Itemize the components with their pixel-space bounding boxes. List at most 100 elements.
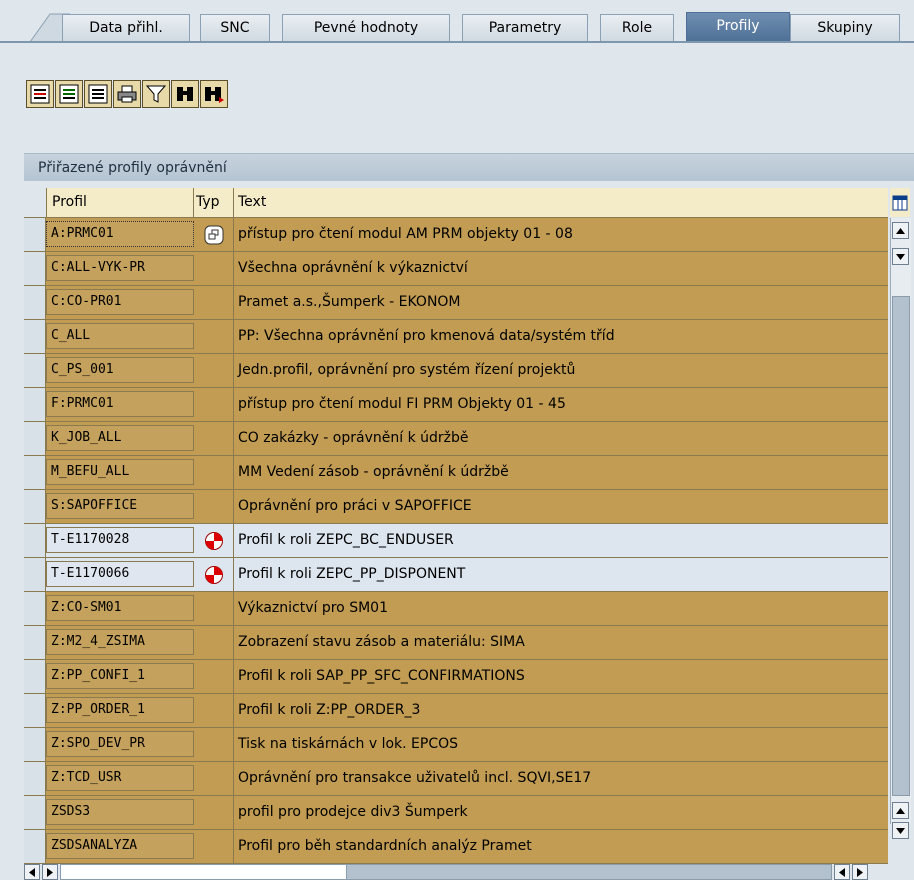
row-selector[interactable] <box>24 694 46 727</box>
tab-skupiny[interactable]: Skupiny <box>790 14 900 42</box>
row-selector[interactable] <box>24 524 46 557</box>
table-row[interactable]: Z:TCD_USR Oprávnění pro transakce uživate… <box>24 762 888 796</box>
scroll-down-button[interactable] <box>892 248 909 265</box>
row-selector[interactable] <box>24 456 46 489</box>
find-next-icon <box>205 87 224 103</box>
horizontal-scrollbar <box>24 864 914 880</box>
header-select-all[interactable] <box>24 188 47 217</box>
profile-name-field[interactable]: C_PS_001 <box>46 357 194 383</box>
filter-icon <box>145 85 167 103</box>
table-row[interactable]: C_ALL PP: Všechna oprávnění pro kmenová d… <box>24 320 888 354</box>
row-selector[interactable] <box>24 830 46 863</box>
tab-snc[interactable]: SNC <box>200 14 270 42</box>
row-selector[interactable] <box>24 728 46 761</box>
print-button[interactable] <box>113 80 141 108</box>
row-selector[interactable] <box>24 286 46 319</box>
profile-name-field[interactable]: Z:SPO_DEV_PR <box>46 731 194 757</box>
group-title: Přiřazené profily oprávnění <box>24 153 914 181</box>
row-selector[interactable] <box>24 354 46 387</box>
table-row[interactable]: T-E1170028 Profil k roli ZEPC_BC_ENDUSER <box>24 524 888 558</box>
composite-profile-icon[interactable] <box>204 225 224 245</box>
row-selector[interactable] <box>24 558 46 591</box>
row-selector[interactable] <box>24 252 46 285</box>
table-row[interactable]: F:PRMC01 přístup pro čtení modul FI PRM O… <box>24 388 888 422</box>
profile-name-field[interactable]: F:PRMC01 <box>46 391 194 417</box>
table-row[interactable]: T-E1170066 Profil k roli ZEPC_PP_DISPONEN… <box>24 558 888 592</box>
tab-role[interactable]: Role <box>600 14 674 42</box>
page-up-button[interactable] <box>892 802 909 819</box>
tab-pevne-hodnoty[interactable]: Pevné hodnoty <box>282 14 450 42</box>
vertical-scrollbar[interactable] <box>890 218 911 839</box>
scroll-up-button[interactable] <box>892 222 909 239</box>
profile-name-field[interactable]: Z:PP_CONFI_1 <box>46 663 194 689</box>
profile-name-field[interactable]: Z:CO-SM01 <box>46 595 194 621</box>
table-row[interactable]: Z:PP_ORDER_1 Profil k roli Z:PP_ORDER_3 <box>24 694 888 728</box>
page-down-button[interactable] <box>892 822 909 839</box>
profile-text-cell: Profil k roli Z:PP_ORDER_3 <box>238 702 421 718</box>
profile-name-field[interactable]: M_BEFU_ALL <box>46 459 194 485</box>
profile-name-field[interactable]: Z:PP_ORDER_1 <box>46 697 194 723</box>
table-row[interactable]: K_JOB_ALL CO zakázky - oprávnění k údržbě <box>24 422 888 456</box>
table-row[interactable]: ZSDSANALYZA Profil pro běh standardních a… <box>24 830 888 864</box>
row-selector[interactable] <box>24 626 46 659</box>
select-block-button[interactable] <box>55 80 83 108</box>
filter-button[interactable] <box>142 80 170 108</box>
column-header-text[interactable]: Text <box>234 188 888 217</box>
row-selector[interactable] <box>24 490 46 523</box>
table-row[interactable]: Z:CO-SM01 Výkaznictví pro SM01 <box>24 592 888 626</box>
row-selector[interactable] <box>24 320 46 353</box>
tab-data-prihl[interactable]: Data přihl. <box>62 14 190 42</box>
tab-profily[interactable]: Profily <box>686 12 790 43</box>
profile-name-field[interactable]: C_ALL <box>46 323 194 349</box>
column-header-profil[interactable]: Profil <box>46 188 194 217</box>
profile-name-field[interactable]: Z:TCD_USR <box>46 765 194 791</box>
table-row[interactable]: Z:M2_4_ZSIMA Zobrazení stavu zásob a mate… <box>24 626 888 660</box>
select-all-button[interactable] <box>26 80 54 108</box>
table-row[interactable]: C_PS_001 Jedn.profil, oprávnění pro systé… <box>24 354 888 388</box>
deselect-all-button[interactable] <box>84 80 112 108</box>
profile-name-field[interactable]: ZSDSANALYZA <box>46 833 194 859</box>
row-selector[interactable] <box>24 796 46 829</box>
profile-name-field[interactable]: T-E1170028 <box>46 527 194 553</box>
profile-text-cell: Oprávnění pro práci v SAPOFFICE <box>238 498 472 514</box>
scroll-right-button-fixed[interactable] <box>42 864 58 880</box>
profile-type-cell <box>194 524 234 557</box>
profile-name-field[interactable]: ZSDS3 <box>46 799 194 825</box>
row-selector[interactable] <box>24 388 46 421</box>
vertical-scroll-thumb[interactable] <box>892 296 910 796</box>
profile-text-cell: Zobrazení stavu zásob a materiálu: SIMA <box>238 634 525 650</box>
row-selector[interactable] <box>24 218 46 251</box>
scroll-left-button[interactable] <box>834 864 850 880</box>
column-settings-button[interactable] <box>890 188 910 217</box>
profile-type-cell <box>194 456 234 489</box>
profile-name-field[interactable]: K_JOB_ALL <box>46 425 194 451</box>
row-selector[interactable] <box>24 422 46 455</box>
find-next-button[interactable] <box>200 80 228 108</box>
table-row[interactable]: A:PRMC01 přístup pro čtení modul AM PRM o… <box>24 218 888 252</box>
find-button[interactable] <box>171 80 199 108</box>
arrow-up-icon <box>896 227 905 234</box>
table-row[interactable]: S:SAPOFFICE Oprávnění pro práci v SAPOFFI… <box>24 490 888 524</box>
profile-name-field[interactable]: A:PRMC01 <box>46 221 194 247</box>
table-row[interactable]: C:ALL-VYK-PR Všechna oprávnění k výkaznic… <box>24 252 888 286</box>
horizontal-scroll-thumb[interactable] <box>346 864 832 880</box>
table-row[interactable]: Z:SPO_DEV_PR Tisk na tiskárnách v lok. EP… <box>24 728 888 762</box>
table-row[interactable]: C:CO-PR01 Pramet a.s.,Šumperk - EKONOM <box>24 286 888 320</box>
table-row[interactable]: ZSDS3 profil pro prodejce div3 Šumperk <box>24 796 888 830</box>
tab-parametry[interactable]: Parametry <box>462 14 588 42</box>
arrow-down-icon <box>896 253 905 260</box>
table-row[interactable]: M_BEFU_ALL MM Vedení zásob - oprávnění k … <box>24 456 888 490</box>
row-selector[interactable] <box>24 592 46 625</box>
table-row[interactable]: Z:PP_CONFI_1 Profil k roli SAP_PP_SFC_CON… <box>24 660 888 694</box>
profile-name-field[interactable]: C:ALL-VYK-PR <box>46 255 194 281</box>
row-selector[interactable] <box>24 762 46 795</box>
scroll-right-button[interactable] <box>852 864 868 880</box>
profile-name-field[interactable]: Z:M2_4_ZSIMA <box>46 629 194 655</box>
tab-label: SNC <box>220 20 250 36</box>
profile-name-field[interactable]: C:CO-PR01 <box>46 289 194 315</box>
row-selector[interactable] <box>24 660 46 693</box>
profile-name-field[interactable]: T-E1170066 <box>46 561 194 587</box>
column-header-typ[interactable]: Typ <box>194 188 234 217</box>
scroll-left-button-fixed[interactable] <box>24 864 40 880</box>
profile-name-field[interactable]: S:SAPOFFICE <box>46 493 194 519</box>
